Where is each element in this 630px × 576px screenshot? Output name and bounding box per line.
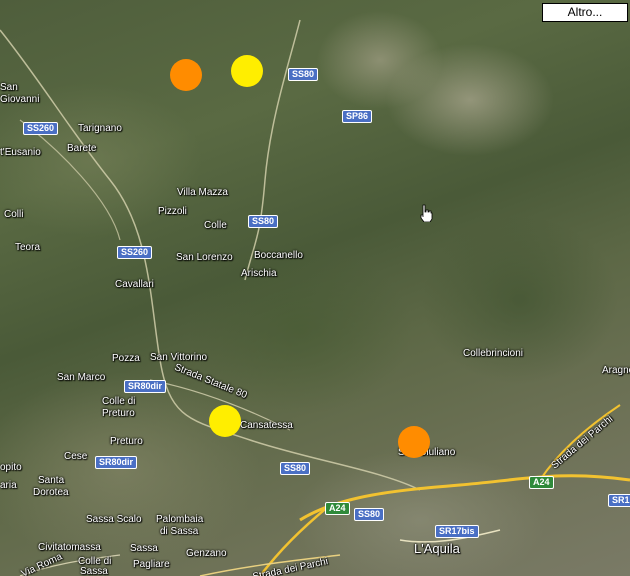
place-label: Pagliare — [133, 559, 170, 570]
orange-marker-2[interactable] — [398, 426, 430, 458]
ss80-shield: SS80 — [280, 462, 311, 475]
ss80-shield: SS80 — [288, 68, 319, 81]
place-label: Palombaia — [156, 514, 204, 525]
city-label: L'Aquila — [414, 541, 460, 556]
place-label: Sassa Scalo — [86, 514, 142, 525]
place-label: Santa — [38, 475, 65, 486]
road-network — [0, 19, 630, 576]
sr80dir-shield: SR80dir — [124, 380, 167, 393]
place-label: Cansatessa — [240, 420, 293, 431]
place-label: San — [0, 82, 18, 93]
sp86-shield: SP86 — [342, 110, 373, 123]
place-label: Sassa — [80, 566, 108, 576]
place-label: Colle — [204, 220, 227, 231]
place-label: San Lorenzo — [176, 252, 233, 263]
orange-marker-1[interactable] — [170, 59, 202, 91]
hand-cursor-icon — [420, 204, 433, 222]
place-label: Aragno — [602, 365, 630, 376]
altro-button[interactable]: Altro... — [542, 3, 628, 22]
a24-shield: A24 — [529, 476, 554, 489]
place-label: Boccanello — [254, 250, 303, 261]
ss80-shield: SS80 — [248, 215, 279, 228]
place-label: Villa Mazza — [177, 187, 228, 198]
place-label: Giovanni — [0, 94, 40, 105]
place-label: Barete — [67, 143, 97, 154]
place-label: Pozza — [112, 353, 140, 364]
ss80-shield: SS80 — [354, 508, 385, 521]
a24-shield: A24 — [325, 502, 350, 515]
place-label: opito — [0, 462, 22, 473]
sr80dir-shield: SR80dir — [95, 456, 138, 469]
ss260-shield: SS260 — [117, 246, 153, 259]
place-label: Arischia — [241, 268, 277, 279]
ss260-shield: SS260 — [23, 122, 59, 135]
sr1-shield: SR1 — [608, 494, 630, 507]
place-label: t'Eusanio — [0, 147, 41, 158]
sr17bis-shield: SR17bis — [435, 525, 479, 538]
place-label: Colle di — [102, 396, 136, 407]
place-label: Pizzoli — [158, 206, 187, 217]
place-label: Cavallari — [115, 279, 154, 290]
place-label: Collebrincioni — [463, 348, 524, 359]
place-label: Tarignano — [78, 123, 122, 134]
place-label: Dorotea — [33, 487, 69, 498]
yellow-marker-1[interactable] — [231, 55, 263, 87]
place-label: San Marco — [57, 372, 106, 383]
place-label: Teora — [15, 242, 41, 253]
place-label: di Sassa — [160, 526, 199, 537]
place-label: Civitatomassa — [38, 542, 101, 553]
place-label: Colli — [4, 209, 24, 220]
place-label: Cese — [64, 451, 88, 462]
place-label: San Vittorino — [150, 352, 208, 363]
place-label: Preturo — [102, 408, 135, 419]
satellite-map[interactable]: Altro... SS80 SP86 SS260 SS80 SS260 SR80… — [0, 0, 630, 576]
place-label: aria — [0, 480, 17, 491]
place-label: Sassa — [130, 543, 158, 554]
place-label: Preturo — [110, 436, 143, 447]
yellow-marker-2[interactable] — [209, 405, 241, 437]
place-label: Genzano — [186, 548, 227, 559]
